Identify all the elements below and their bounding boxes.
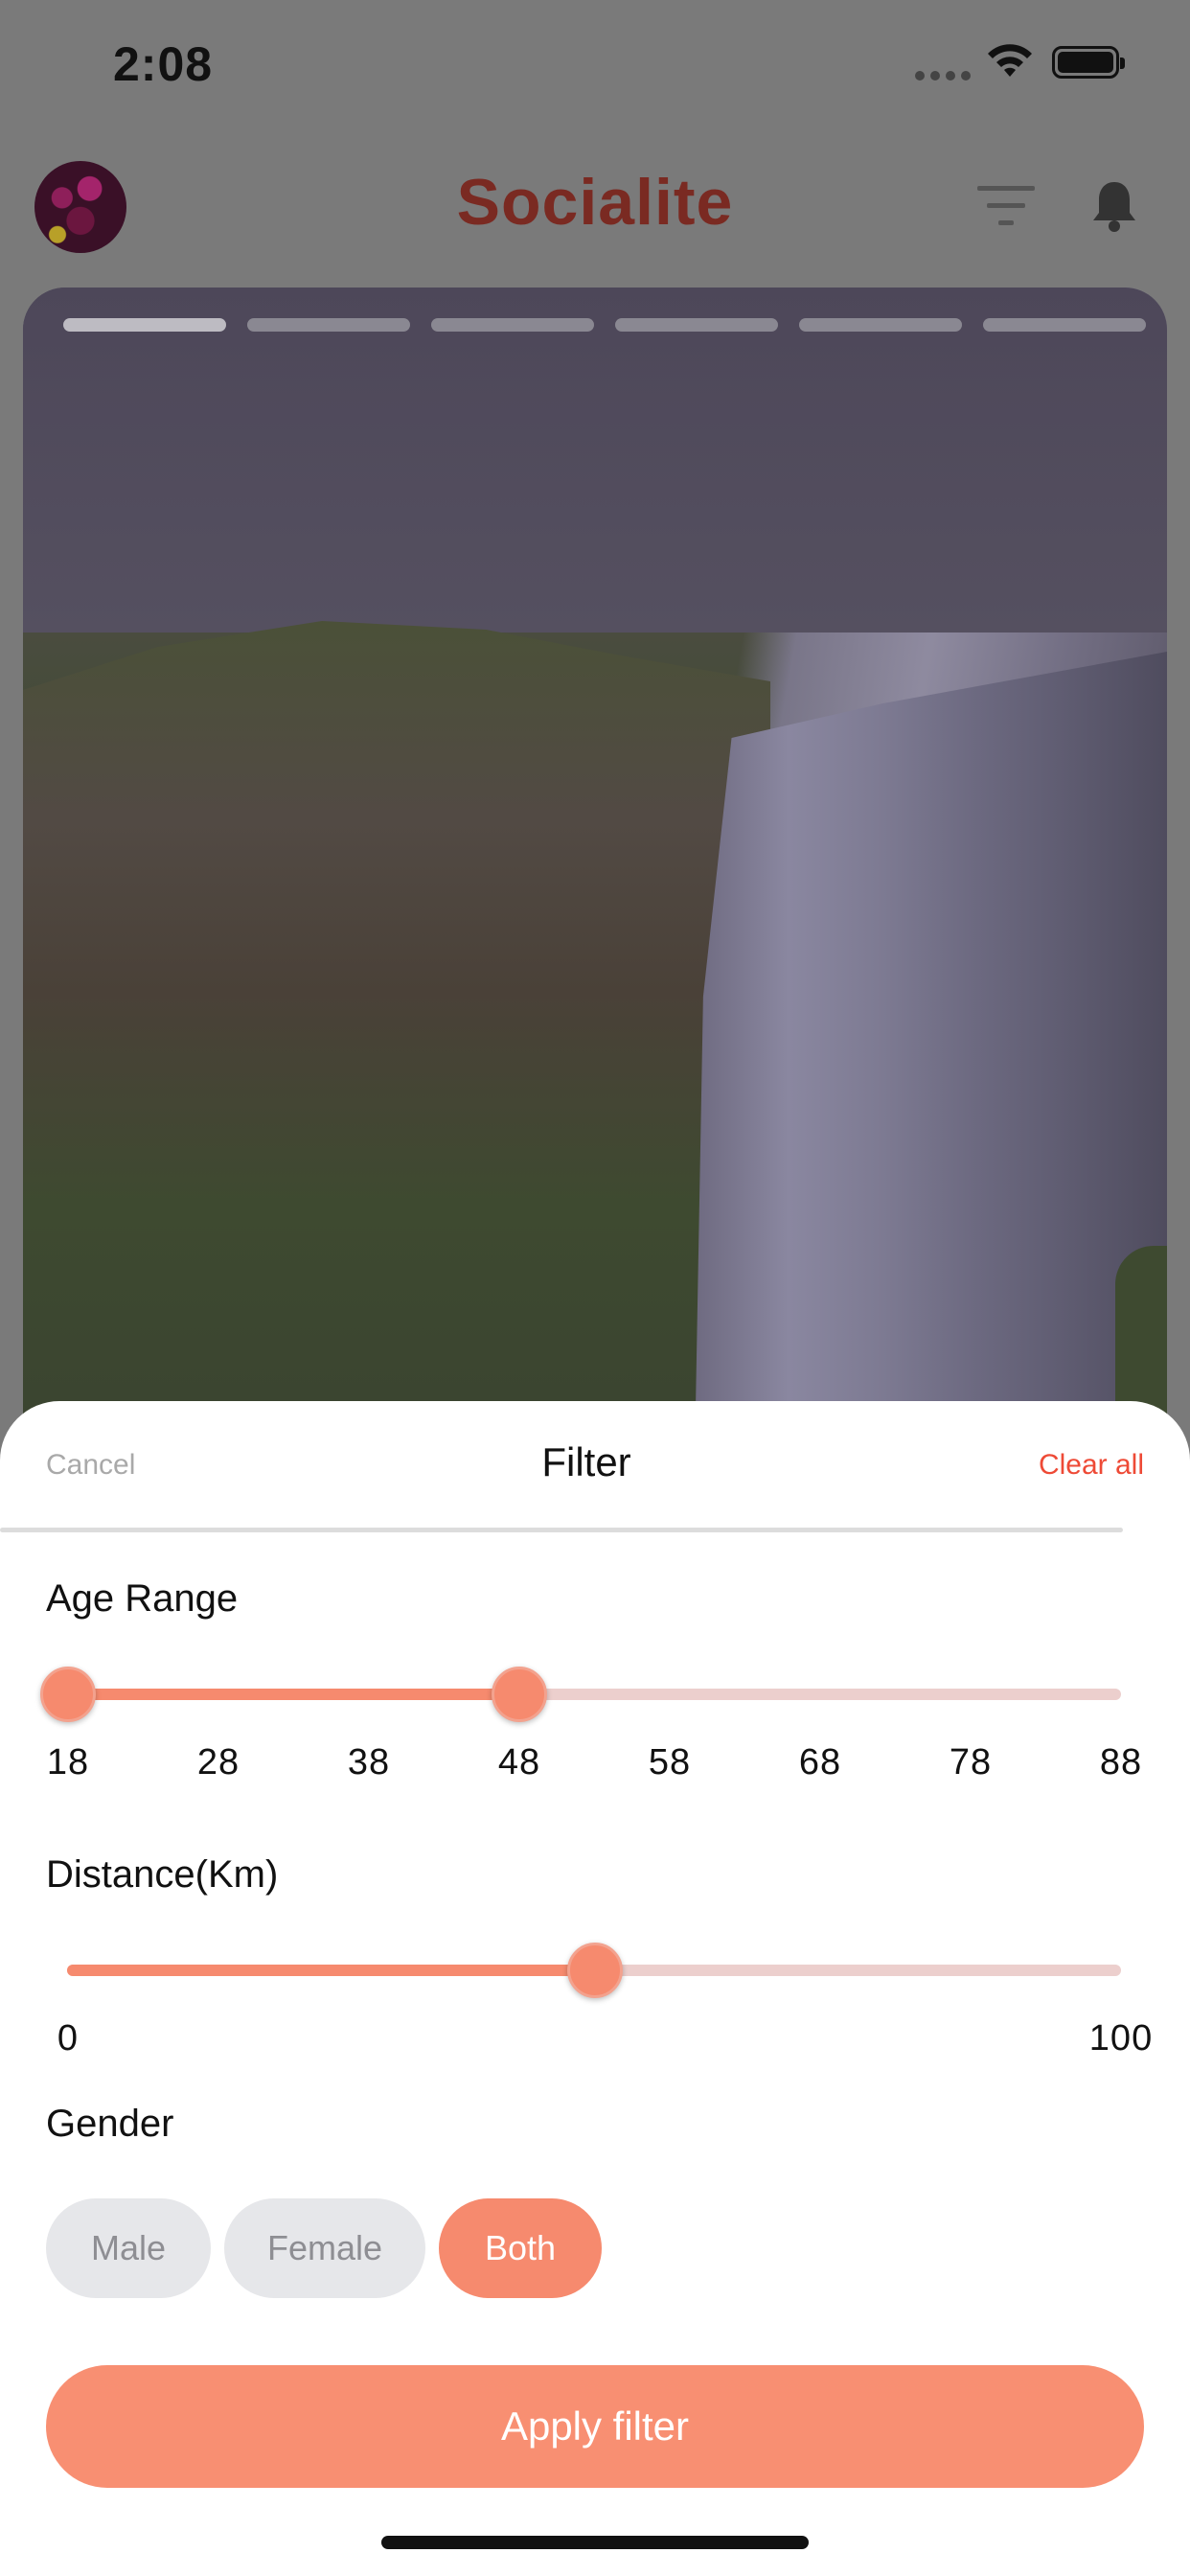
age-tick-label: 88 xyxy=(1099,1742,1143,1782)
age-tick-label: 58 xyxy=(648,1742,692,1782)
distance-min-label: 0 xyxy=(57,2018,80,2058)
gender-both-chip[interactable]: Both xyxy=(439,2198,602,2298)
age-tick-label: 78 xyxy=(949,1742,993,1782)
wifi-icon xyxy=(988,44,1032,77)
apply-filter-button[interactable]: Apply filter xyxy=(46,2365,1144,2488)
age-tick-label: 48 xyxy=(497,1742,541,1782)
status-time: 2:08 xyxy=(113,37,214,91)
distance-fill xyxy=(67,1965,594,1976)
home-indicator xyxy=(381,2536,809,2549)
story-segment xyxy=(983,318,1146,332)
distance-thumb[interactable] xyxy=(566,1943,623,1998)
status-bar: 2:08 xyxy=(0,0,1190,134)
age-tick-label: 68 xyxy=(798,1742,842,1782)
story-segment xyxy=(247,318,410,332)
cellular-signal-icon xyxy=(915,71,971,80)
battery-icon xyxy=(1052,46,1125,79)
age-range-label: Age Range xyxy=(46,1577,239,1620)
story-segment xyxy=(63,318,226,332)
sheet-title: Filter xyxy=(541,1439,631,1484)
age-range-fill xyxy=(68,1689,519,1700)
age-tick-label: 38 xyxy=(347,1742,391,1782)
divider xyxy=(0,1528,1123,1532)
story-segment xyxy=(615,318,778,332)
age-tick-label: 18 xyxy=(46,1742,90,1782)
age-range-min-thumb[interactable] xyxy=(40,1667,96,1722)
distance-label: Distance(Km) xyxy=(46,1853,279,1896)
story-segment xyxy=(799,318,962,332)
story-segment xyxy=(431,318,594,332)
age-tick-label: 28 xyxy=(196,1742,240,1782)
story-card[interactable] xyxy=(23,288,1167,1438)
story-progress xyxy=(63,318,1146,332)
gender-male-chip[interactable]: Male xyxy=(46,2198,211,2298)
gender-label: Gender xyxy=(46,2103,174,2145)
age-range-max-thumb[interactable] xyxy=(492,1667,547,1722)
filter-icon[interactable] xyxy=(975,182,1037,230)
clear-all-button[interactable]: Clear all xyxy=(1039,1449,1144,1482)
notification-bell-icon[interactable] xyxy=(1088,178,1140,234)
distance-max-label: 100 xyxy=(1088,2018,1154,2058)
gender-female-chip[interactable]: Female xyxy=(224,2198,425,2298)
